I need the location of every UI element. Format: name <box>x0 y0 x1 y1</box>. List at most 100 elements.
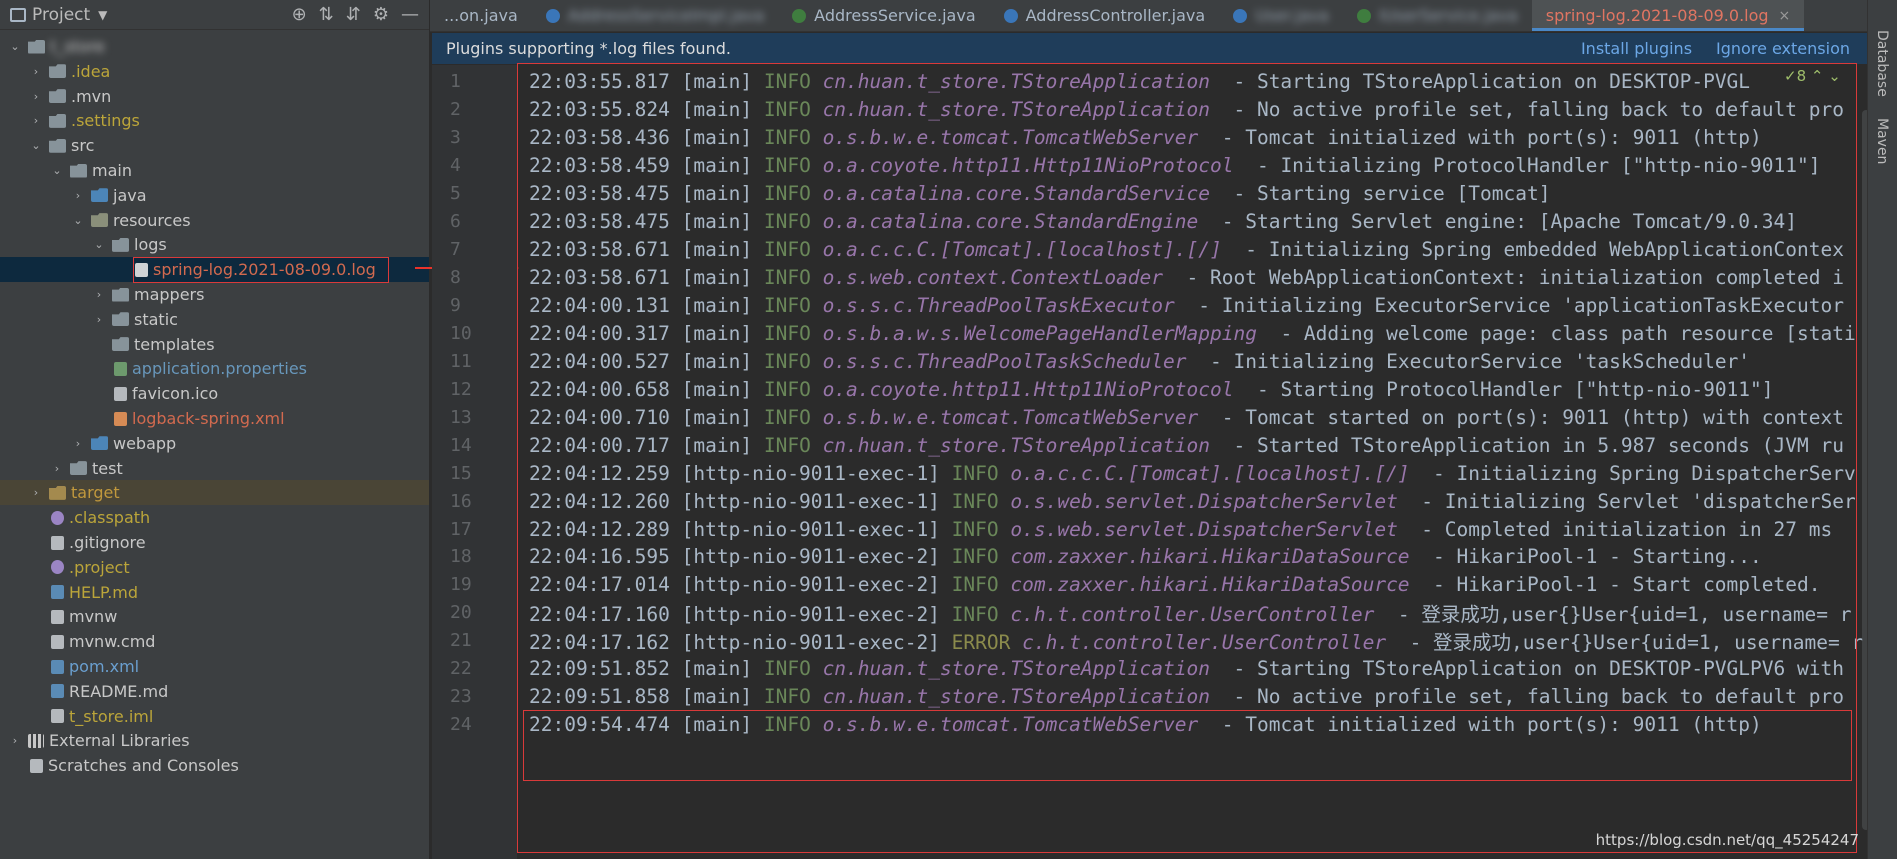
folder-icon <box>91 188 108 203</box>
editor-tab[interactable]: AddressService.java <box>778 0 989 31</box>
install-plugins-link[interactable]: Install plugins <box>1581 39 1692 58</box>
tree-item[interactable]: › .mvn <box>0 84 429 109</box>
tree-item[interactable]: pom.xml <box>0 654 429 679</box>
tree-item[interactable]: › .idea <box>0 59 429 84</box>
tree-item[interactable]: README.md <box>0 679 429 704</box>
chevron-right-icon[interactable]: › <box>92 288 106 301</box>
editor-tab[interactable]: AddressController.java <box>990 0 1220 31</box>
close-icon[interactable]: × <box>1779 8 1791 24</box>
file-icon <box>51 585 64 600</box>
chevron-right-icon[interactable]: › <box>50 462 64 475</box>
editor-tab[interactable]: IUserService.java <box>1343 0 1532 31</box>
tab-label: spring-log.2021-08-09.0.log <box>1545 6 1769 25</box>
tab-label: IUserService.java <box>1378 6 1518 25</box>
chevron-right-icon[interactable]: › <box>29 90 43 103</box>
chevron-right-icon[interactable]: › <box>29 65 43 78</box>
chevron-down-icon[interactable]: ⌄ <box>71 214 85 227</box>
chevron-right-icon[interactable]: › <box>8 734 22 747</box>
folder-icon <box>91 436 108 451</box>
tree-item[interactable]: ⌄ t_store <box>0 34 429 59</box>
tree-item-label: mvnw.cmd <box>69 632 156 652</box>
tree-item[interactable]: › External Libraries <box>0 728 429 753</box>
folder-icon <box>70 163 87 178</box>
tree-item[interactable]: › .settings <box>0 108 429 133</box>
tab-label: AddressService.java <box>814 6 976 25</box>
file-icon <box>30 758 43 773</box>
folder-icon <box>28 39 45 54</box>
tree-item-label: .gitignore <box>69 533 146 552</box>
chevron-down-icon[interactable]: ▼ <box>98 8 107 22</box>
tree-item-label: mvnw <box>69 607 118 627</box>
line-number: 24 <box>450 714 472 736</box>
tree-item[interactable]: mvnw.cmd <box>0 629 429 654</box>
project-panel-header: Project ▼ ⊕ ⇅ ⇵ ⚙ — <box>0 0 429 30</box>
tree-item-label: t_store <box>50 37 105 56</box>
tree-item[interactable]: .project <box>0 555 429 580</box>
tree-item[interactable]: ⌄ main <box>0 158 429 183</box>
editor-tab[interactable]: ...on.java <box>430 0 532 31</box>
maven-tool[interactable]: Maven <box>1874 118 1890 164</box>
tree-item[interactable]: Scratches and Consoles <box>0 753 429 778</box>
tree-item[interactable]: ⌄ resources <box>0 208 429 233</box>
tree-item[interactable]: › target <box>0 480 429 506</box>
file-icon <box>114 411 127 426</box>
chevron-right-icon[interactable]: › <box>29 114 43 127</box>
line-number: 11 <box>450 350 472 372</box>
project-view-icon <box>10 7 26 22</box>
chevron-right-icon[interactable]: › <box>71 189 85 202</box>
tree-item-label: README.md <box>69 681 169 701</box>
watermark: https://blog.csdn.net/qq_45254247 <box>1595 831 1859 849</box>
chevron-down-icon[interactable]: ⌄ <box>29 139 43 152</box>
locate-icon[interactable]: ⊕ <box>292 4 307 25</box>
tree-item-label: t_store.iml <box>69 706 154 726</box>
tree-item[interactable]: › static <box>0 307 429 332</box>
line-number: 4 <box>450 155 461 177</box>
tree-item[interactable]: › mappers <box>0 282 429 307</box>
tree-item-label: logback-spring.xml <box>132 409 285 428</box>
tree-item[interactable]: .gitignore <box>0 530 429 555</box>
tab-label: User.java <box>1255 6 1329 25</box>
line-number: 7 <box>450 239 461 261</box>
tree-item[interactable]: › test <box>0 456 429 481</box>
collapse-all-icon[interactable]: ⇵ <box>346 4 361 25</box>
tab-label: AddressController.java <box>1025 6 1206 25</box>
tree-item[interactable]: ⌄ src <box>0 133 429 158</box>
tree-item-label: favicon.ico <box>132 384 219 404</box>
tab-active-log[interactable]: spring-log.2021-08-09.0.log × <box>1531 0 1805 31</box>
chevron-down-icon[interactable]: ⌄ <box>50 164 64 177</box>
project-panel-title[interactable]: Project <box>32 5 90 25</box>
folder-icon <box>49 64 66 79</box>
chevron-right-icon[interactable]: › <box>71 437 85 450</box>
chevron-right-icon[interactable]: › <box>92 313 106 326</box>
chevron-down-icon[interactable]: ⌄ <box>92 238 106 251</box>
tree-item-label: static <box>134 309 178 329</box>
folder-icon <box>112 337 129 352</box>
tree-item[interactable]: mvnw <box>0 604 429 629</box>
tree-item[interactable]: › java <box>0 183 429 208</box>
chevron-right-icon[interactable]: › <box>29 486 43 499</box>
tree-item[interactable]: ⌄ logs <box>0 232 429 257</box>
tree-item[interactable]: favicon.ico <box>0 381 429 406</box>
line-number: 15 <box>450 462 472 484</box>
editor-tab[interactable]: User.java <box>1219 0 1343 31</box>
tree-item[interactable]: .classpath <box>0 505 429 530</box>
gear-icon[interactable]: ⚙ <box>373 4 389 25</box>
database-tool[interactable]: Database <box>1874 30 1890 97</box>
line-number: 14 <box>450 434 472 456</box>
tree-item[interactable]: HELP.md <box>0 580 429 605</box>
chevron-down-icon[interactable]: ⌄ <box>8 40 22 53</box>
line-number: 3 <box>450 127 461 149</box>
editor-tab[interactable]: AddressServiceImpl.java <box>532 0 778 31</box>
line-number: 12 <box>450 378 472 400</box>
tree-item[interactable]: › webapp <box>0 431 429 456</box>
tree-item[interactable]: t_store.iml <box>0 704 429 729</box>
tree-item-label: HELP.md <box>69 582 139 602</box>
tree-item[interactable]: logback-spring.xml <box>0 406 429 431</box>
ignore-extension-link[interactable]: Ignore extension <box>1716 39 1850 58</box>
expand-all-icon[interactable]: ⇅ <box>319 4 334 25</box>
folder-icon <box>49 485 66 500</box>
tree-item[interactable]: templates <box>0 332 429 357</box>
tree-item[interactable]: application.properties <box>0 356 429 381</box>
line-number: 18 <box>450 546 472 568</box>
hide-icon[interactable]: — <box>401 4 419 25</box>
